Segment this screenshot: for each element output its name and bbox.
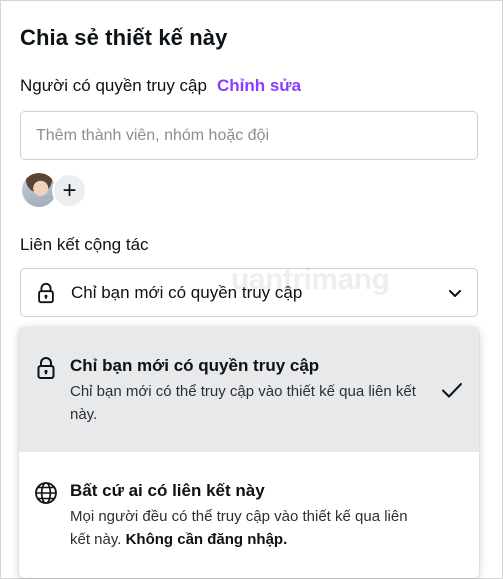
link-access-select[interactable]: Chỉ bạn mới có quyền truy cập: [20, 268, 478, 317]
option-title: Chỉ bạn mới có quyền truy cập: [70, 356, 320, 375]
edit-link[interactable]: Chỉnh sửa: [217, 76, 301, 96]
lock-icon: [37, 357, 55, 379]
option-anyone-with-link[interactable]: Bất cứ ai có liên kết này Mọi người đều …: [19, 452, 479, 578]
add-member-button[interactable]: +: [52, 173, 87, 208]
link-select-value: Chỉ bạn mới có quyền truy cập: [71, 282, 303, 302]
option-only-you[interactable]: Chỉ bạn mới có quyền truy cập Chỉ bạn mớ…: [19, 327, 479, 452]
globe-icon: [35, 482, 57, 504]
option-description-bold: Không cần đăng nhập.: [125, 531, 288, 548]
option-description: Chỉ bạn mới có thể truy cập vào thiết kế…: [70, 383, 416, 423]
avatar[interactable]: [22, 173, 56, 207]
access-row: Người có quyền truy cập Chỉnh sửa: [20, 76, 301, 96]
option-description: Mọi người đều có thể truy cập vào thiết …: [70, 505, 420, 551]
lock-icon: [38, 282, 54, 303]
share-dialog: Chia sẻ thiết kế này Người có quyền truy…: [0, 0, 503, 579]
collab-link-label: Liên kết cộng tác: [20, 235, 149, 254]
option-title: Bất cứ ai có liên kết này: [70, 481, 265, 500]
chevron-down-icon: [449, 289, 461, 297]
link-access-dropdown: Chỉ bạn mới có quyền truy cập Chỉ bạn mớ…: [19, 327, 479, 578]
dialog-title: Chia sẻ thiết kế này: [20, 25, 228, 50]
member-input[interactable]: [20, 111, 478, 160]
access-label: Người có quyền truy cập: [20, 76, 207, 95]
check-icon: [442, 383, 462, 398]
